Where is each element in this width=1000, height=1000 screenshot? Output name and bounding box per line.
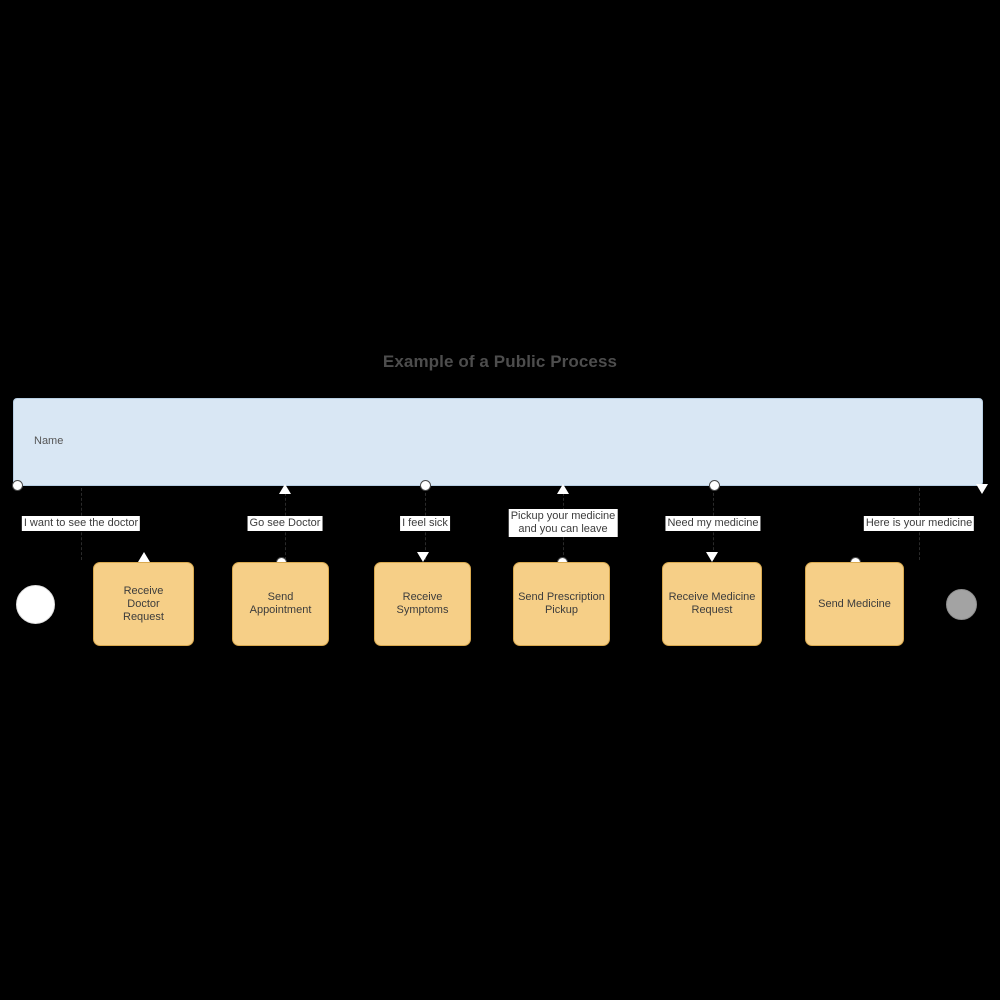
task-label: Send Prescription Pickup bbox=[518, 591, 605, 616]
pool-container[interactable]: Name bbox=[13, 398, 983, 486]
pool-edge-marker-triangle-down bbox=[976, 484, 988, 494]
page-title: Example of a Public Process bbox=[382, 352, 618, 371]
task-box[interactable]: Receive Doctor Request bbox=[93, 562, 194, 646]
pool-edge-marker-circle bbox=[709, 480, 720, 491]
task-box[interactable]: Receive Medicine Request bbox=[662, 562, 762, 646]
task-label: Receive Doctor Request bbox=[123, 584, 164, 623]
start-event-icon[interactable] bbox=[16, 585, 55, 624]
message-label: Here is your medicine bbox=[863, 516, 975, 531]
bpmn-diagram-canvas: Example of a Public Process Name I want … bbox=[0, 0, 1000, 1000]
message-label: Go see Doctor bbox=[247, 516, 323, 531]
pool-edge-marker-triangle-up bbox=[557, 484, 569, 494]
pool-edge-marker-circle bbox=[12, 480, 23, 491]
task-marker-triangle-up bbox=[137, 552, 150, 562]
task-box[interactable]: Receive Symptoms bbox=[374, 562, 471, 646]
message-label: Need my medicine bbox=[665, 516, 761, 531]
task-box[interactable]: Send Prescription Pickup bbox=[513, 562, 610, 646]
task-box[interactable]: Send Appointment bbox=[232, 562, 329, 646]
task-box[interactable]: Send Medicine bbox=[805, 562, 904, 646]
task-label: Send Appointment bbox=[249, 591, 312, 616]
pool-name-label: Name bbox=[34, 435, 64, 447]
task-marker-triangle-down bbox=[706, 552, 718, 562]
task-label: Send Medicine bbox=[818, 597, 891, 610]
task-label: Receive Symptoms bbox=[396, 591, 449, 616]
message-label: I want to see the doctor bbox=[21, 516, 141, 531]
task-marker-triangle-down bbox=[416, 552, 429, 562]
pool-edge-marker-circle bbox=[420, 480, 431, 491]
end-event-icon[interactable] bbox=[946, 589, 977, 620]
pool-edge-marker-triangle-up bbox=[279, 484, 291, 494]
message-label: Pickup your medicine and you can leave bbox=[508, 509, 618, 537]
message-label: I feel sick bbox=[400, 516, 450, 531]
task-label: Receive Medicine Request bbox=[668, 591, 756, 616]
